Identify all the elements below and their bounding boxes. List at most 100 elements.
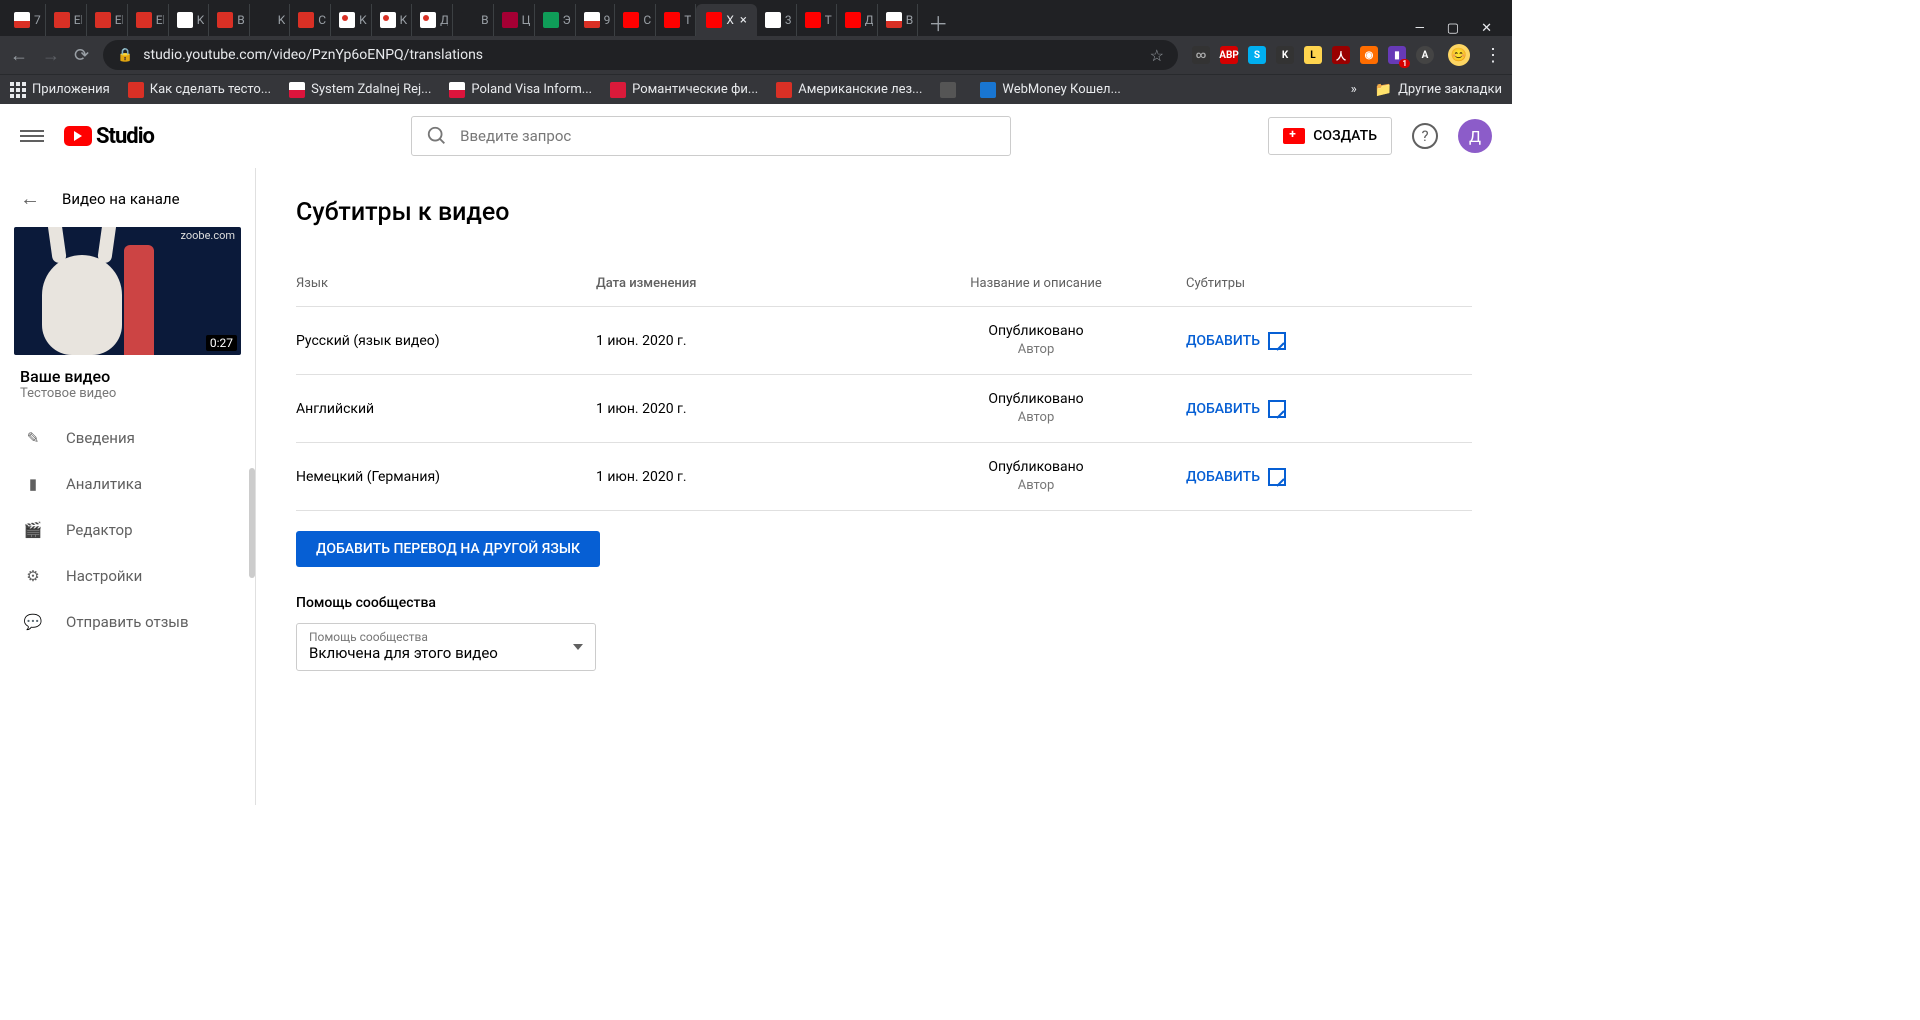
community-help-select[interactable]: Помощь сообщества Включена для этого вид… bbox=[296, 623, 596, 671]
browser-tab[interactable]: K bbox=[331, 4, 372, 36]
lock-icon: 🔒 bbox=[117, 48, 133, 63]
app-header: Studio Введите запрос СОЗДАТЬ ? Д bbox=[0, 104, 1512, 168]
bookmark-item[interactable]: Poland Visa Inform... bbox=[449, 82, 592, 98]
hamburger-menu[interactable] bbox=[20, 124, 44, 148]
nav-back[interactable]: ← bbox=[10, 45, 28, 66]
ext-a-icon[interactable]: A bbox=[1416, 46, 1434, 64]
tab-close-icon[interactable]: × bbox=[740, 13, 747, 28]
nav-icon: 💬 bbox=[22, 611, 44, 633]
window-maximize[interactable]: ▢ bbox=[1447, 21, 1459, 36]
cell-date: 1 июн. 2020 г. bbox=[596, 333, 896, 349]
nav-reload[interactable]: ⟳ bbox=[74, 45, 89, 66]
favicon bbox=[14, 12, 30, 28]
bookmark-item[interactable]: Романтические фи... bbox=[610, 82, 758, 98]
favicon bbox=[584, 12, 600, 28]
ext-abp-icon[interactable]: ABP bbox=[1220, 46, 1238, 64]
sidebar-nav-item[interactable]: ▮Аналитика bbox=[0, 461, 255, 507]
bookmark-item[interactable]: Американские лез... bbox=[776, 82, 922, 98]
youtube-studio-app: Studio Введите запрос СОЗДАТЬ ? Д ← Виде… bbox=[0, 104, 1512, 805]
browser-tab[interactable]: 9 bbox=[576, 4, 616, 36]
bookmark-favicon bbox=[980, 82, 996, 98]
browser-tab[interactable]: C bbox=[290, 4, 331, 36]
page-title: Субтитры к видео bbox=[296, 198, 1472, 227]
search-icon bbox=[426, 125, 448, 147]
browser-tab[interactable]: Д bbox=[412, 4, 453, 36]
cell-language: Английский bbox=[296, 401, 596, 417]
browser-tab[interactable]: El bbox=[46, 4, 87, 36]
ext-icon[interactable]: ∞ bbox=[1192, 46, 1210, 64]
browser-tab[interactable]: T bbox=[797, 4, 837, 36]
create-button[interactable]: СОЗДАТЬ bbox=[1268, 117, 1392, 155]
sidebar-nav-item[interactable]: ✎Сведения bbox=[0, 415, 255, 461]
flag-icon bbox=[449, 82, 465, 98]
bookmark-star-icon[interactable]: ☆ bbox=[1150, 46, 1164, 65]
ext-badge-icon[interactable]: ▮1 bbox=[1388, 46, 1406, 64]
browser-tab[interactable]: T bbox=[656, 4, 696, 36]
browser-tab[interactable]: K bbox=[169, 4, 210, 36]
bookmark-item[interactable] bbox=[940, 82, 962, 98]
video-thumbnail[interactable]: zoobe.com 0:27 bbox=[14, 227, 241, 355]
ext-o-icon[interactable]: ◉ bbox=[1360, 46, 1378, 64]
window-minimize[interactable]: — bbox=[1415, 21, 1425, 36]
help-icon[interactable]: ? bbox=[1412, 123, 1438, 149]
ext-l-icon[interactable]: L bbox=[1304, 46, 1322, 64]
browser-tab[interactable]: 3 bbox=[757, 4, 797, 36]
chrome-profile-avatar[interactable]: 😊 bbox=[1448, 44, 1470, 66]
bookmark-favicon bbox=[128, 82, 144, 98]
bookmarks-overflow[interactable]: » bbox=[1351, 82, 1357, 97]
chrome-menu[interactable]: ⋮ bbox=[1484, 45, 1502, 66]
nav-forward[interactable]: → bbox=[42, 45, 60, 66]
browser-tab[interactable]: 7 bbox=[6, 4, 46, 36]
sidebar-nav-item[interactable]: ⚙Настройки bbox=[0, 553, 255, 599]
browser-tab[interactable]: B bbox=[209, 4, 249, 36]
favicon bbox=[95, 12, 111, 28]
add-subtitles-link[interactable]: ДОБАВИТЬ bbox=[1186, 332, 1472, 350]
nav-icon: ▮ bbox=[22, 473, 44, 495]
browser-tab[interactable]: X× bbox=[696, 4, 756, 36]
favicon bbox=[136, 12, 152, 28]
browser-tab[interactable]: C bbox=[615, 4, 656, 36]
bookmark-item[interactable]: WebMoney Кошел... bbox=[980, 82, 1120, 98]
window-close[interactable]: ✕ bbox=[1481, 21, 1492, 36]
col-date[interactable]: Дата изменения bbox=[596, 276, 896, 291]
browser-tab[interactable]: Э bbox=[535, 4, 576, 36]
bookmark-item[interactable]: Приложения bbox=[10, 82, 110, 98]
browser-tab[interactable]: Ц bbox=[494, 4, 535, 36]
studio-logo[interactable]: Studio bbox=[64, 124, 154, 149]
ext-pdf-icon[interactable]: 人 bbox=[1332, 46, 1350, 64]
bookmark-item[interactable]: System Zdalnej Rej... bbox=[289, 82, 431, 98]
browser-tab[interactable]: El bbox=[128, 4, 169, 36]
add-language-button[interactable]: ДОБАВИТЬ ПЕРЕВОД НА ДРУГОЙ ЯЗЫК bbox=[296, 531, 600, 567]
sidebar-nav-item[interactable]: 🎬Редактор bbox=[0, 507, 255, 553]
sidebar-scrollbar[interactable] bbox=[249, 468, 255, 578]
browser-tab[interactable]: El bbox=[87, 4, 128, 36]
browser-tab[interactable]: K bbox=[372, 4, 413, 36]
sidebar-back[interactable]: ← Видео на канале bbox=[0, 186, 255, 227]
new-tab-button[interactable]: ＋ bbox=[924, 8, 952, 36]
ext-k-icon[interactable]: K bbox=[1276, 46, 1294, 64]
nav-icon: ✎ bbox=[22, 427, 44, 449]
ext-skype-icon[interactable]: S bbox=[1248, 46, 1266, 64]
browser-tab[interactable]: B bbox=[878, 4, 918, 36]
table-row: Немецкий (Германия)1 июн. 2020 г.Опублик… bbox=[296, 443, 1472, 511]
account-avatar[interactable]: Д bbox=[1458, 119, 1492, 153]
cell-subtitles: ДОБАВИТЬ bbox=[1176, 332, 1472, 350]
youtube-play-icon bbox=[64, 126, 92, 146]
bookmark-item[interactable]: Как сделать тесто... bbox=[128, 82, 271, 98]
favicon bbox=[765, 12, 781, 28]
browser-tab[interactable]: Д bbox=[837, 4, 878, 36]
other-bookmarks[interactable]: 📁 Другие закладки bbox=[1375, 82, 1502, 98]
sidebar-nav-item[interactable]: 💬Отправить отзыв bbox=[0, 599, 255, 645]
add-subtitles-link[interactable]: ДОБАВИТЬ bbox=[1186, 468, 1472, 486]
community-help-heading: Помощь сообщества bbox=[296, 595, 1472, 611]
folder-icon: 📁 bbox=[1375, 82, 1392, 98]
search-input[interactable]: Введите запрос bbox=[411, 116, 1011, 156]
cell-subtitles: ДОБАВИТЬ bbox=[1176, 468, 1472, 486]
browser-tab[interactable]: K bbox=[250, 4, 291, 36]
browser-tab-strip: 7ElElElKBKCKKДBЦЭ9CTX×3TДB＋ — ▢ ✕ bbox=[0, 0, 1512, 36]
add-subtitles-link[interactable]: ДОБАВИТЬ bbox=[1186, 400, 1472, 418]
bookmarks-bar: Приложения Как сделать тесто... System Zda… bbox=[0, 74, 1512, 104]
browser-tab[interactable]: B bbox=[453, 4, 493, 36]
omnibox[interactable]: 🔒 studio.youtube.com/video/PznYp6oENPQ/t… bbox=[103, 40, 1178, 70]
chevron-down-icon bbox=[573, 644, 583, 650]
